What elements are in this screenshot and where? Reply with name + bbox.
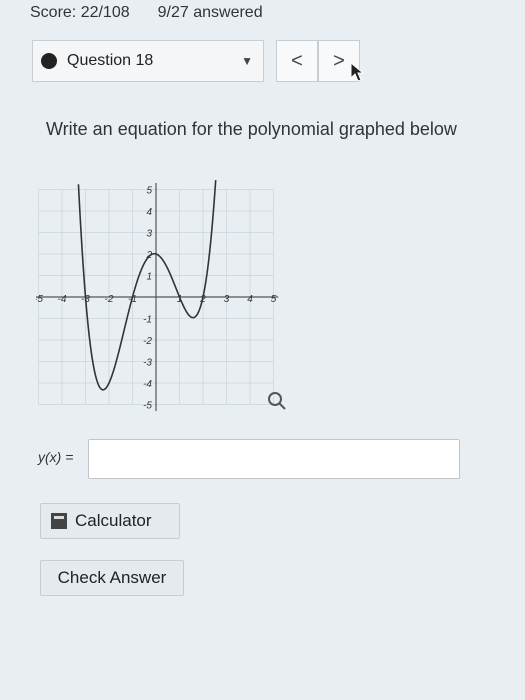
y-tick-label: -1 [143, 315, 152, 326]
x-tick-label: 4 [247, 294, 253, 305]
score-text: Score: 22/108 [30, 4, 130, 21]
x-tick-label: 2 [199, 294, 206, 305]
question-selector[interactable]: Question 18 ▼ [32, 40, 264, 82]
question-label: Question 18 [67, 52, 154, 69]
y-tick-label: 3 [146, 229, 152, 240]
y-tick-label: -5 [143, 401, 152, 412]
x-tick-label: 5 [271, 294, 277, 305]
caret-down-icon: ▼ [241, 54, 253, 68]
check-answer-button[interactable]: Check Answer [40, 560, 184, 596]
y-tick-label: -2 [143, 336, 152, 347]
magnifier-icon[interactable] [266, 390, 288, 412]
y-tick-label: 4 [146, 207, 152, 218]
x-tick-label: 1 [177, 294, 183, 305]
answer-label: y(x) = [38, 449, 74, 465]
x-tick-label: -4 [58, 294, 67, 305]
x-tick-label: -5 [36, 294, 43, 305]
previous-question-button[interactable]: < [276, 40, 318, 82]
x-tick-label: 3 [224, 294, 230, 305]
y-tick-label: 5 [146, 186, 152, 197]
calculator-button[interactable]: Calculator [40, 503, 180, 539]
answer-input[interactable] [88, 439, 460, 479]
calculator-icon [51, 513, 67, 529]
question-prompt: Write an equation for the polynomial gra… [46, 119, 457, 139]
x-tick-label: -1 [128, 294, 137, 305]
polynomial-graph: -5 -4 -3 -2 -1 1 2 3 4 5 5 4 3 2 1 -1 -2 -3 -4 -5 [36, 180, 279, 412]
calculator-label: Calculator [75, 511, 152, 530]
x-tick-label: -3 [81, 294, 90, 305]
answered-count: 9/27 answered [157, 4, 263, 21]
dot-icon [41, 53, 57, 69]
y-tick-label: 1 [146, 272, 152, 283]
x-tick-label: -2 [105, 294, 114, 305]
score-bar: Score: 22/108 9/27 answered [30, 4, 263, 22]
pointer-cursor [350, 62, 365, 82]
y-tick-label: -3 [143, 358, 152, 369]
y-tick-label: -4 [143, 379, 152, 390]
y-tick-label: 2 [145, 250, 152, 261]
